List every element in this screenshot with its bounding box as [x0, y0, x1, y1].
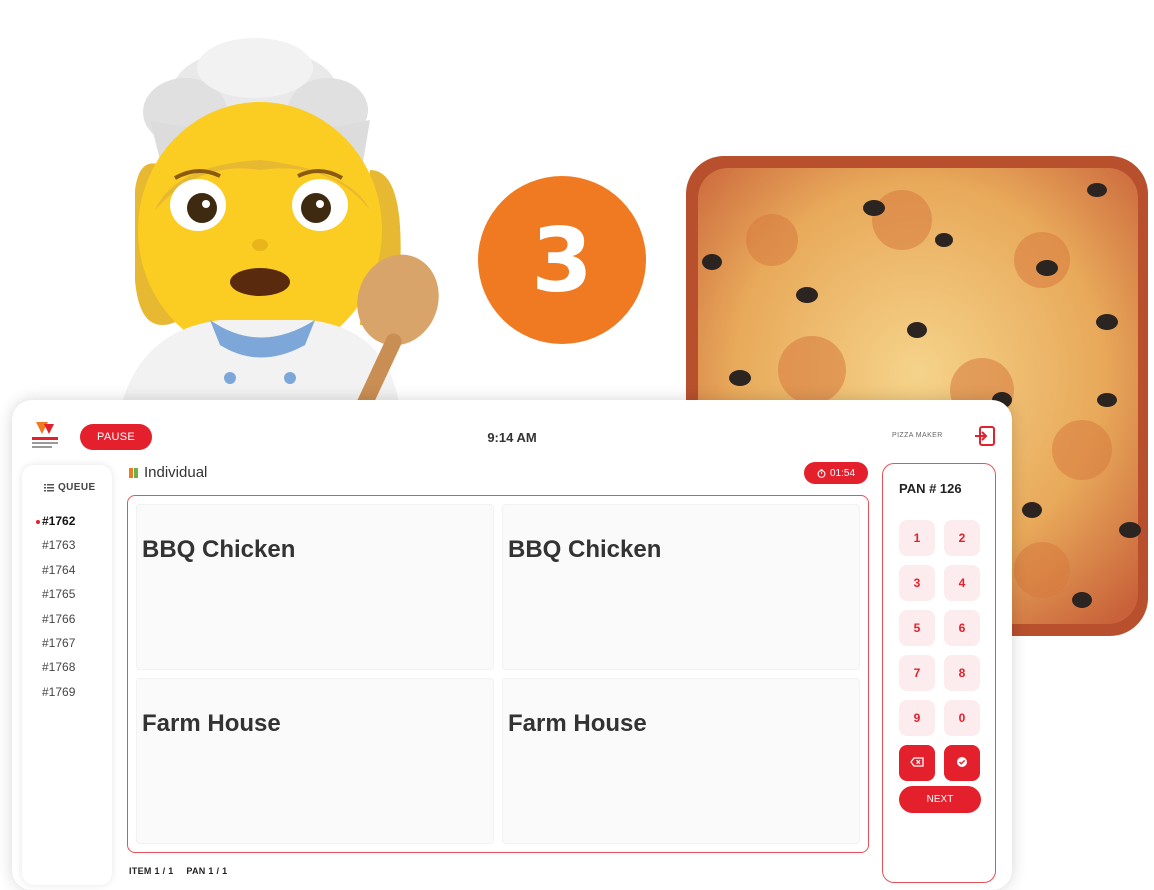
step-number: 3: [531, 208, 593, 312]
item-counter: ITEM 1 / 1: [129, 866, 174, 876]
queue-item-1763[interactable]: #1763: [42, 533, 75, 557]
kitchen-app-window: PAUSE 9:14 AM PIZZA MAKER QUEUE #1762 #1…: [12, 400, 1012, 890]
queue-item-1766[interactable]: #1766: [42, 607, 75, 631]
backspace-icon: [910, 757, 924, 767]
confirm-button[interactable]: [944, 745, 980, 781]
next-button[interactable]: NEXT: [899, 786, 981, 813]
order-queue-panel: QUEUE #1762 #1763 #1764 #1765 #1766 #176…: [22, 465, 112, 885]
queue-list: #1762 #1763 #1764 #1765 #1766 #1767 #176…: [35, 509, 75, 704]
pizza-name: BBQ Chicken: [142, 536, 296, 563]
logout-icon[interactable]: [974, 425, 996, 447]
queue-item-1769[interactable]: #1769: [42, 680, 75, 704]
step-number-badge: 3: [478, 176, 646, 344]
clock-time: 9:14 AM: [487, 430, 537, 445]
top-bar: PAUSE 9:14 AM PIZZA MAKER: [12, 400, 1012, 460]
keypad-grid: 1 2 3 4 5 6 7 8 9 0: [899, 520, 980, 781]
key-8[interactable]: 8: [944, 655, 980, 691]
queue-header: QUEUE: [44, 482, 96, 493]
stopwatch-icon: [817, 468, 826, 478]
backspace-button[interactable]: [899, 745, 935, 781]
queue-item-1764[interactable]: #1764: [42, 558, 75, 582]
pizza-cell[interactable]: Farm House: [136, 678, 494, 844]
key-4[interactable]: 4: [944, 565, 980, 601]
queue-title: QUEUE: [58, 482, 96, 493]
pizza-name: Farm House: [142, 710, 281, 737]
queue-item-1765[interactable]: #1765: [42, 582, 75, 606]
key-6[interactable]: 6: [944, 610, 980, 646]
chef-illustration: [120, 38, 439, 410]
pizza-name: Farm House: [508, 710, 647, 737]
timer-value: 01:54: [829, 467, 856, 479]
key-2[interactable]: 2: [944, 520, 980, 556]
key-7[interactable]: 7: [899, 655, 935, 691]
key-9[interactable]: 9: [899, 700, 935, 736]
section-label: Individual: [129, 464, 207, 481]
user-role-label: PIZZA MAKER: [892, 432, 943, 439]
pan-number-label: PAN # 126: [899, 481, 962, 496]
pizza-cell[interactable]: BBQ Chicken: [502, 504, 860, 670]
order-timer-badge: 01:54: [804, 462, 868, 484]
queue-item-1767[interactable]: #1767: [42, 631, 75, 655]
pause-button[interactable]: PAUSE: [80, 424, 152, 450]
pizza-items-grid: BBQ Chicken BBQ Chicken Farm House Farm …: [127, 495, 869, 853]
pizza-cell[interactable]: Farm House: [502, 678, 860, 844]
pizza-cell[interactable]: BBQ Chicken: [136, 504, 494, 670]
key-1[interactable]: 1: [899, 520, 935, 556]
brand-logo-icon: [32, 422, 58, 448]
check-circle-icon: [957, 756, 967, 767]
pan-counter: PAN 1 / 1: [186, 866, 228, 876]
queue-item-1762[interactable]: #1762: [35, 509, 75, 533]
pizza-slice-icon: [129, 467, 138, 478]
queue-item-1768[interactable]: #1768: [42, 655, 75, 679]
list-icon: [44, 483, 54, 491]
pizza-name: BBQ Chicken: [508, 536, 662, 563]
key-3[interactable]: 3: [899, 565, 935, 601]
pan-keypad: PAN # 126 1 2 3 4 5 6 7 8 9 0 NEXT: [882, 463, 996, 883]
key-0[interactable]: 0: [944, 700, 980, 736]
section-title: Individual: [144, 464, 208, 481]
key-5[interactable]: 5: [899, 610, 935, 646]
progress-footer: ITEM 1 / 1 PAN 1 / 1: [129, 866, 237, 876]
